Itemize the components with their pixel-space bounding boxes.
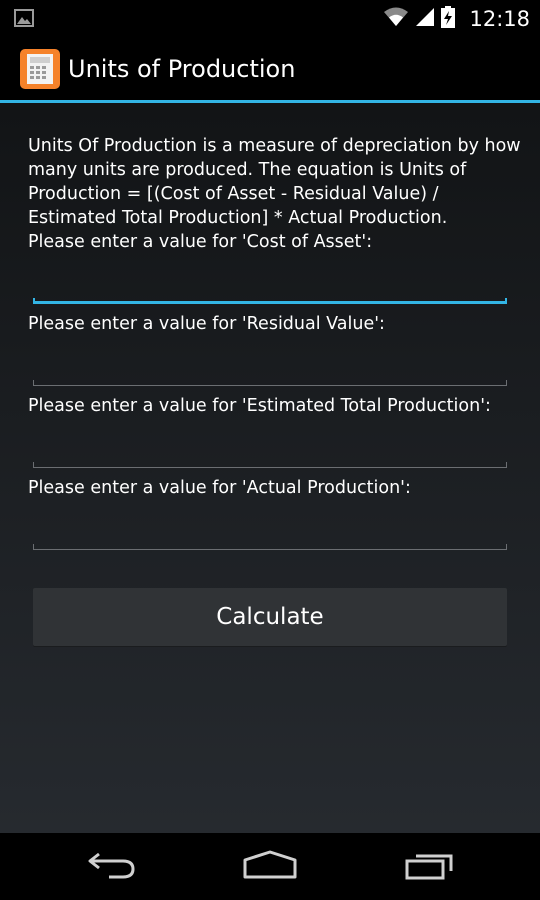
actual-production-underline	[33, 544, 507, 550]
actual-production-label: Please enter a value for 'Actual Product…	[28, 478, 411, 498]
action-bar: Units of Production	[0, 37, 540, 100]
actual-production-input[interactable]	[33, 504, 507, 544]
home-icon	[242, 850, 298, 884]
status-bar: 12:18	[0, 0, 540, 37]
residual-value-underline	[33, 380, 507, 386]
back-icon	[87, 850, 137, 884]
cost-of-asset-input[interactable]	[33, 258, 507, 298]
back-button[interactable]	[62, 833, 162, 900]
picture-notification-icon	[14, 9, 34, 31]
signal-icon	[415, 7, 435, 31]
battery-charging-icon	[441, 5, 456, 32]
calculate-button[interactable]: Calculate	[33, 588, 507, 646]
recent-apps-icon	[404, 850, 456, 884]
main-content: Units Of Production is a measure of depr…	[0, 103, 540, 833]
cost-of-asset-underline	[33, 298, 507, 304]
wifi-icon	[383, 7, 409, 31]
home-button[interactable]	[220, 833, 320, 900]
recent-apps-button[interactable]	[380, 833, 480, 900]
status-icons: 12:18	[383, 0, 530, 37]
calculator-icon[interactable]	[20, 49, 60, 89]
navigation-bar	[0, 833, 540, 900]
estimated-total-production-underline	[33, 462, 507, 468]
residual-value-input[interactable]	[33, 340, 507, 380]
residual-value-label: Please enter a value for 'Residual Value…	[28, 314, 385, 334]
page-title: Units of Production	[68, 55, 296, 83]
estimated-total-production-label: Please enter a value for 'Estimated Tota…	[28, 396, 491, 416]
estimated-total-production-input[interactable]	[33, 422, 507, 462]
description-text: Units Of Production is a measure of depr…	[28, 136, 521, 228]
status-time: 12:18	[469, 6, 530, 31]
cost-of-asset-label: Please enter a value for 'Cost of Asset'…	[28, 232, 373, 252]
screen: 12:18 Units of Production Units Of Produ…	[0, 0, 540, 900]
